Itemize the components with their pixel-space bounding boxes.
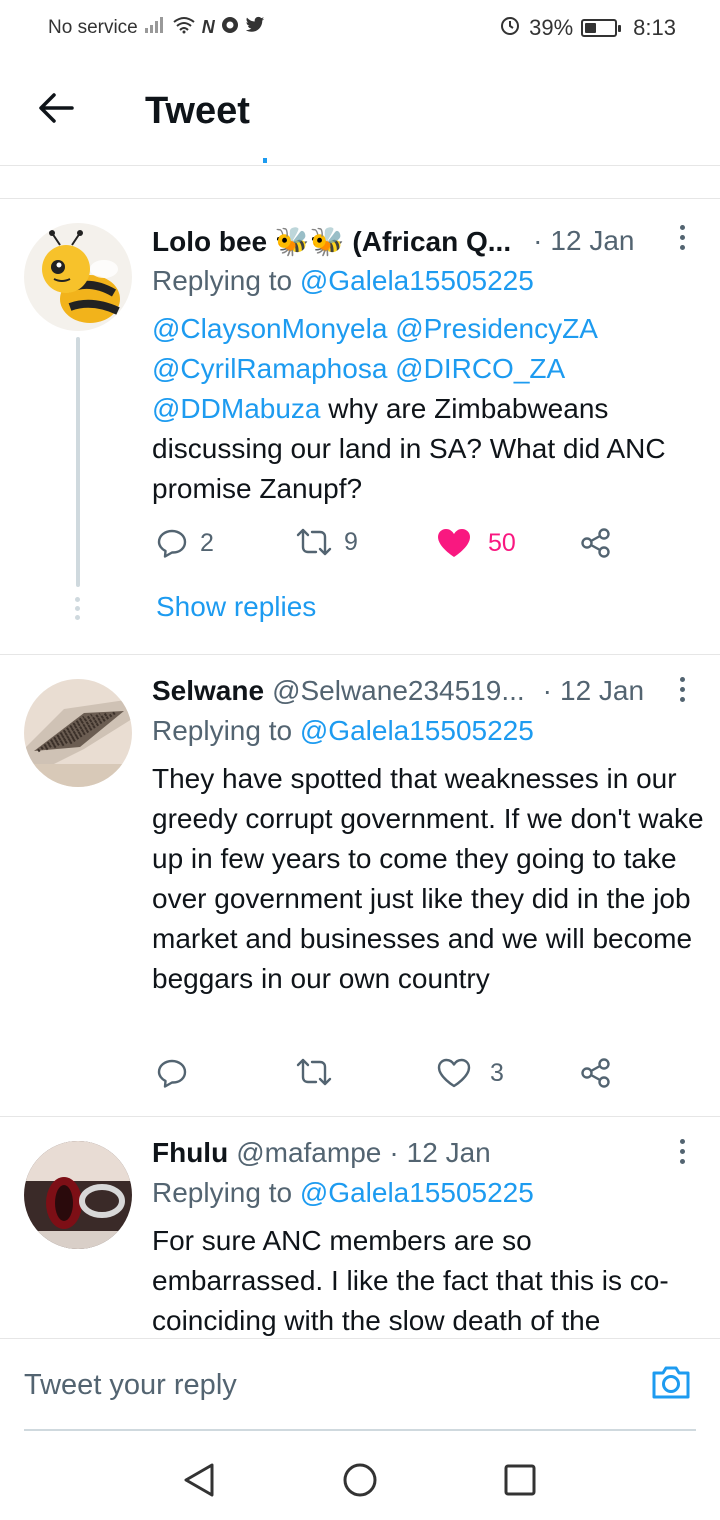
- reply-count: 2: [200, 528, 214, 557]
- more-options-button[interactable]: [680, 1139, 686, 1164]
- replying-to: Replying to @Galela15505225: [152, 265, 534, 297]
- twitter-bird-icon: [245, 16, 265, 39]
- avatar[interactable]: [24, 1141, 132, 1249]
- wifi-icon: [172, 16, 196, 39]
- chrome-icon: [221, 16, 239, 39]
- like-icon: [438, 529, 470, 557]
- share-button[interactable]: [580, 1057, 612, 1089]
- nav-home-icon: [343, 1463, 377, 1497]
- share-button[interactable]: [580, 527, 612, 559]
- tweet-header: Selwane @Selwane234519... · 12 Jan: [152, 673, 696, 709]
- signal-icon: [144, 16, 166, 39]
- tweet-actions: 3: [152, 1057, 632, 1097]
- mentions-line[interactable]: @CyrilRamaphosa @DIRCO_ZA: [152, 349, 704, 389]
- tweet-text: For sure ANC members are so embarrassed.…: [152, 1225, 669, 1336]
- share-icon: [581, 528, 610, 558]
- tweet-item[interactable]: Fhulu @mafampe · 12 Jan Replying to @Gal…: [0, 1117, 720, 1338]
- tweet-item[interactable]: Lolo bee 🐝🐝 (African Q... · 12 Jan Reply…: [0, 199, 720, 654]
- page-title: Tweet: [145, 90, 250, 132]
- status-right: 39% 8:13: [499, 14, 676, 42]
- thread-more-dots: [75, 597, 81, 620]
- replying-prefix: Replying to: [152, 715, 293, 746]
- reply-icon: [157, 1059, 187, 1088]
- nav-back-button[interactable]: [180, 1460, 220, 1500]
- reply-button[interactable]: 2: [156, 527, 214, 559]
- replying-to: Replying to @Galela15505225: [152, 1177, 534, 1209]
- nav-home-button[interactable]: [340, 1460, 380, 1500]
- reply-compose-bar: Tweet your reply: [0, 1338, 720, 1431]
- status-left: No service N: [48, 16, 265, 39]
- thread-line: [76, 337, 80, 587]
- nav-back-icon: [184, 1463, 214, 1497]
- back-arrow-icon: [39, 93, 74, 123]
- reply-button[interactable]: [156, 1057, 188, 1089]
- retweet-icon: [296, 528, 332, 556]
- previous-tweet-edge: [263, 158, 267, 163]
- like-button[interactable]: 3: [436, 1057, 504, 1089]
- avatar[interactable]: [24, 679, 132, 787]
- replying-prefix: Replying to: [152, 265, 293, 296]
- tweet-item[interactable]: Selwane @Selwane234519... · 12 Jan Reply…: [0, 655, 720, 1115]
- author-name[interactable]: Selwane: [152, 675, 264, 707]
- separator-dot: ·: [533, 225, 543, 256]
- reply-input[interactable]: Tweet your reply: [24, 1369, 237, 1402]
- alarm-icon: [499, 14, 521, 42]
- author-handle[interactable]: @mafampe: [236, 1137, 381, 1169]
- nav-recents-icon: [504, 1464, 536, 1496]
- more-options-button[interactable]: [680, 225, 686, 250]
- mentions-line[interactable]: @ClaysonMonyela @PresidencyZA: [152, 309, 704, 349]
- tweet-text: @ClaysonMonyela @PresidencyZA @CyrilRama…: [152, 309, 704, 509]
- system-nav-bar: [0, 1432, 720, 1520]
- tweet-time[interactable]: 12 Jan: [560, 675, 644, 707]
- more-options-button[interactable]: [680, 677, 686, 702]
- battery-percent: 39%: [529, 15, 574, 40]
- tweet-header: Lolo bee 🐝🐝 (African Q... · 12 Jan: [152, 223, 696, 259]
- share-icon: [581, 1058, 610, 1088]
- author-handle[interactable]: @Selwane234519...: [272, 675, 525, 707]
- battery-icon: [581, 19, 622, 37]
- retweet-button[interactable]: 9: [296, 527, 358, 557]
- like-count: 50: [488, 528, 516, 557]
- clock: 8:13: [633, 15, 676, 40]
- separator-dot: ·: [542, 675, 552, 706]
- camera-icon: [652, 1366, 690, 1399]
- tweet-header: Fhulu @mafampe · 12 Jan: [152, 1135, 696, 1171]
- battery-level: [585, 23, 597, 33]
- author-name[interactable]: Lolo bee 🐝🐝 (African Q...: [152, 225, 511, 258]
- author-name[interactable]: Fhulu: [152, 1137, 228, 1169]
- carrier-label: No service: [48, 16, 138, 38]
- tweet-time[interactable]: 12 Jan: [550, 225, 634, 257]
- replying-mention[interactable]: @Galela15505225: [300, 265, 534, 296]
- replying-prefix: Replying to: [152, 1177, 293, 1208]
- replying-to: Replying to @Galela15505225: [152, 715, 534, 747]
- camera-button[interactable]: [650, 1361, 692, 1403]
- tweet-text: They have spotted that weaknesses in our…: [152, 763, 704, 994]
- tweet-text-part: why are Zimbabweans: [320, 393, 609, 424]
- status-bar: No service N 39% 8:13: [0, 0, 720, 56]
- compose-underline: [24, 1429, 696, 1431]
- separator-dot: ·: [389, 1137, 399, 1168]
- tweet-text-part: discussing our land in SA? What did ANC …: [152, 433, 666, 504]
- retweet-button[interactable]: [296, 1057, 332, 1087]
- reply-icon: [157, 529, 187, 558]
- nfc-icon: N: [201, 17, 215, 37]
- avatar[interactable]: [24, 223, 132, 331]
- top-app-bar: Tweet: [0, 56, 720, 166]
- like-button[interactable]: 50: [436, 527, 516, 559]
- retweet-count: 9: [344, 527, 358, 556]
- tweet-actions: 2 9 50: [152, 527, 632, 567]
- like-icon: [437, 1058, 471, 1088]
- back-button[interactable]: [34, 86, 78, 130]
- like-count: 3: [490, 1058, 504, 1087]
- tweet-time[interactable]: 12 Jan: [407, 1137, 491, 1169]
- mention-link[interactable]: @DDMabuza: [152, 393, 320, 424]
- nav-recents-button[interactable]: [500, 1460, 540, 1500]
- replying-mention[interactable]: @Galela15505225: [300, 1177, 534, 1208]
- retweet-icon: [296, 1058, 332, 1086]
- replying-mention[interactable]: @Galela15505225: [300, 715, 534, 746]
- show-replies-link[interactable]: Show replies: [156, 591, 316, 623]
